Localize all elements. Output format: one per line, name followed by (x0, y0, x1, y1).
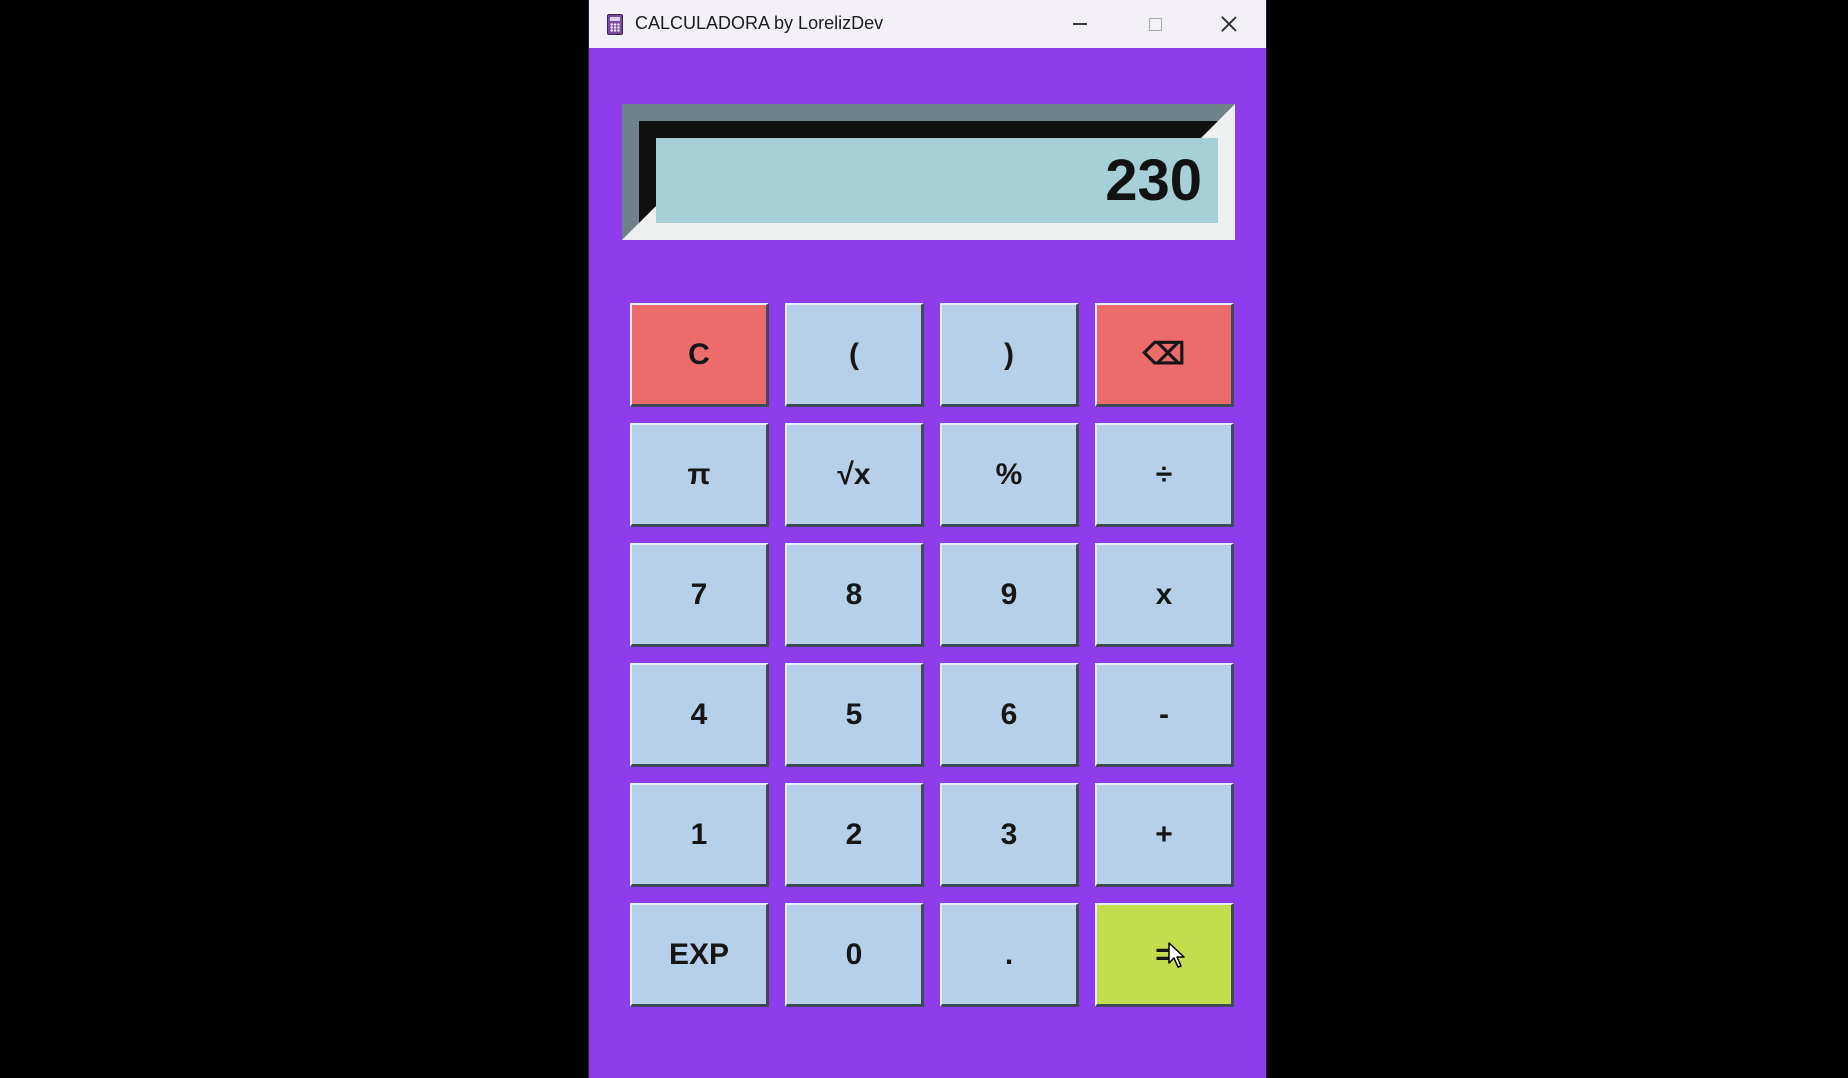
display-frame: 230 (622, 104, 1235, 240)
digit-3-button[interactable]: 3 (940, 783, 1079, 887)
window-title: CALCULADORA by LorelizDev (635, 13, 884, 33)
multiply-button[interactable]: x (1095, 543, 1234, 647)
decimal-button[interactable]: . (940, 903, 1079, 1007)
add-button[interactable]: + (1095, 783, 1234, 887)
exp-button[interactable]: EXP (630, 903, 769, 1007)
digit-4-button[interactable]: 4 (630, 663, 769, 767)
backspace-button[interactable]: ⌫ (1095, 303, 1234, 407)
digit-8-button[interactable]: 8 (785, 543, 924, 647)
close-button[interactable] (1193, 0, 1265, 48)
subtract-button[interactable]: - (1095, 663, 1234, 767)
digit-1-button[interactable]: 1 (630, 783, 769, 887)
display-value: 230 (656, 138, 1218, 223)
clear-button[interactable]: C (630, 303, 769, 407)
divide-button[interactable]: ÷ (1095, 423, 1234, 527)
title-bar[interactable]: CALCULADORA by LorelizDev (589, 0, 1266, 48)
close-icon (1221, 16, 1237, 32)
minimize-icon (1073, 23, 1087, 25)
open-paren-button[interactable]: ( (785, 303, 924, 407)
digit-9-button[interactable]: 9 (940, 543, 1079, 647)
maximize-icon (1148, 17, 1162, 31)
percent-button[interactable]: % (940, 423, 1079, 527)
digit-6-button[interactable]: 6 (940, 663, 1079, 767)
digit-2-button[interactable]: 2 (785, 783, 924, 887)
pi-button[interactable]: π (630, 423, 769, 527)
maximize-button[interactable] (1119, 0, 1191, 48)
minimize-button[interactable] (1044, 0, 1116, 48)
digit-5-button[interactable]: 5 (785, 663, 924, 767)
close-paren-button[interactable]: ) (940, 303, 1079, 407)
mouse-cursor-icon (1168, 942, 1185, 968)
calculator-window: CALCULADORA by LorelizDev 230 C() ⌫ π √x% ÷ 7… (589, 0, 1266, 1078)
equals-button[interactable]: = (1095, 903, 1234, 1007)
digit-7-button[interactable]: 7 (630, 543, 769, 647)
sqrt-button[interactable]: √x (785, 423, 924, 527)
calculator-icon (607, 14, 623, 35)
digit-0-button[interactable]: 0 (785, 903, 924, 1007)
